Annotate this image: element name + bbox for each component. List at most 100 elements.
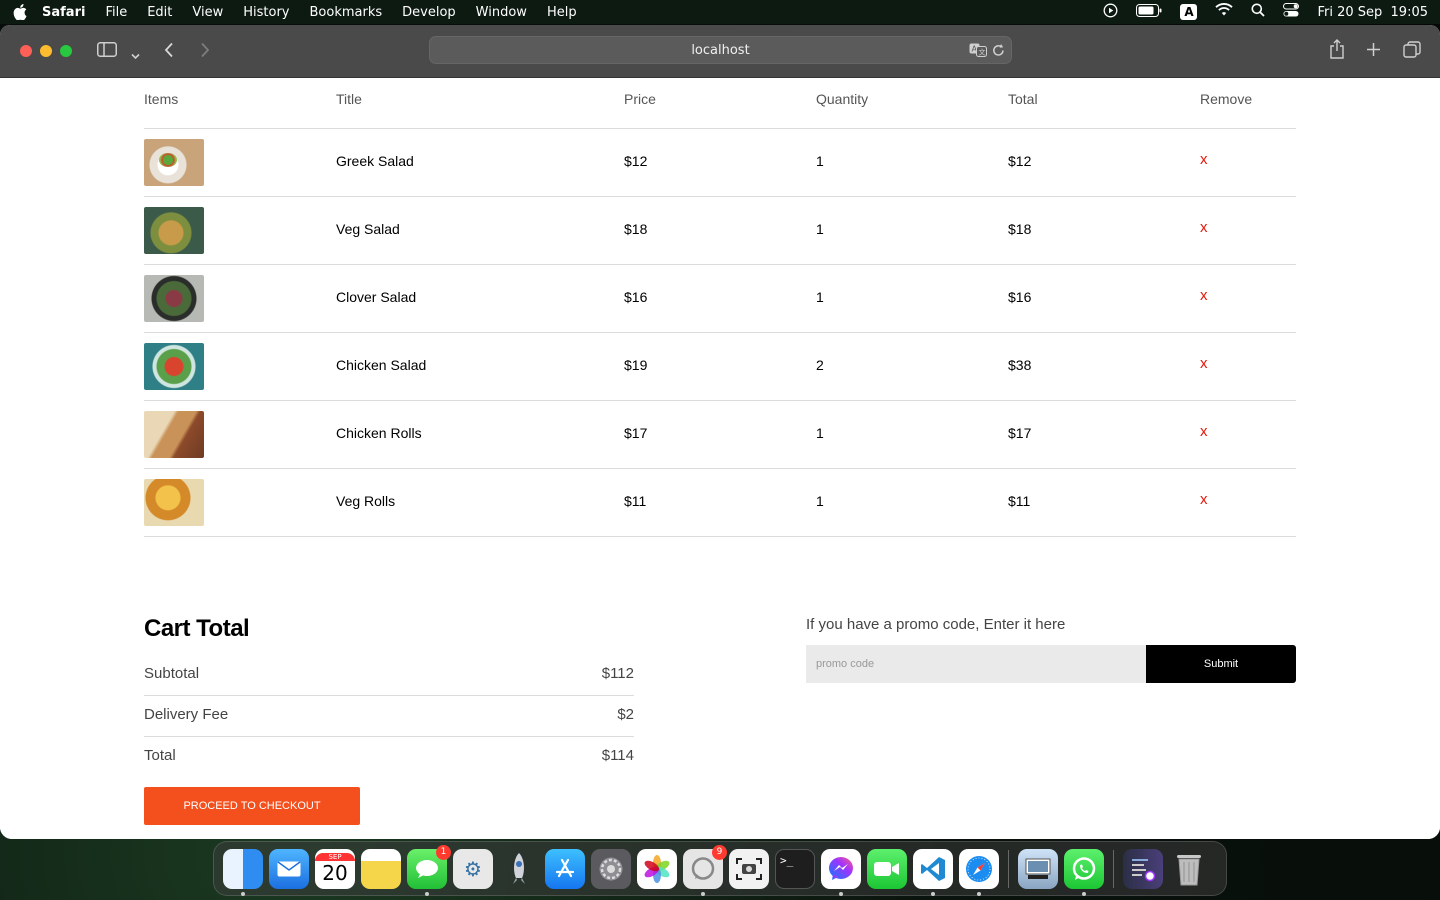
whatsapp-beta-icon[interactable]: 9: [683, 844, 727, 896]
header-items: Items: [144, 91, 179, 107]
tab-overview-icon[interactable]: [1403, 41, 1421, 63]
dock-separator: [1008, 849, 1009, 888]
fullscreen-window-button[interactable]: [60, 45, 72, 57]
item-title: Clover Salad: [336, 289, 417, 305]
item-quantity: 1: [816, 153, 824, 169]
menu-history[interactable]: History: [243, 5, 289, 20]
python-launcher-icon[interactable]: ⚙: [453, 848, 493, 889]
back-icon[interactable]: [164, 42, 174, 62]
menu-view[interactable]: View: [192, 5, 223, 20]
proceed-to-checkout-button[interactable]: PROCEED TO CHECKOUT: [144, 787, 360, 825]
app-store-icon[interactable]: [545, 848, 585, 889]
menu-help[interactable]: Help: [547, 5, 577, 20]
calendar-icon[interactable]: SEP 20: [315, 848, 355, 889]
table-row: Veg Rolls $11 1 $11 x: [144, 469, 1296, 537]
rocket-app-icon[interactable]: [499, 849, 539, 889]
remove-item-button[interactable]: x: [1200, 287, 1208, 304]
spotlight-search-icon[interactable]: [1251, 3, 1266, 21]
veg-rolls-image: [144, 479, 204, 526]
terminal-icon[interactable]: >_: [775, 848, 815, 889]
total-value: $114: [601, 747, 634, 764]
downloads-stack-icon[interactable]: [1123, 848, 1163, 889]
browser-toolbar: localhost A文: [0, 25, 1440, 78]
item-quantity: 1: [816, 289, 824, 305]
menu-file[interactable]: File: [105, 5, 127, 20]
whatsapp-beta-badge: 9: [712, 844, 727, 860]
dock-separator: [1113, 849, 1114, 888]
total-label: Total: [144, 747, 176, 764]
remove-item-button[interactable]: x: [1200, 491, 1208, 508]
menu-bar: Safari File Edit View History Bookmarks …: [0, 0, 1440, 24]
address-bar[interactable]: localhost A文: [429, 36, 1012, 64]
whatsapp-icon[interactable]: [1064, 848, 1104, 896]
finder-icon[interactable]: [223, 848, 263, 896]
header-total: Total: [1008, 91, 1038, 107]
battery-icon[interactable]: [1136, 3, 1162, 21]
menu-app-name[interactable]: Safari: [42, 5, 85, 20]
trash-icon[interactable]: [1169, 849, 1209, 889]
table-row: Greek Salad $12 1 $12 x: [144, 129, 1296, 197]
preview-icon[interactable]: [1018, 848, 1058, 889]
clover-salad-image: [144, 275, 204, 322]
photos-icon[interactable]: [637, 848, 677, 889]
play-status-icon[interactable]: [1103, 3, 1118, 22]
cart-table-header: Items Title Price Quantity Total Remove: [144, 78, 1296, 129]
greek-salad-image: [144, 139, 204, 186]
messages-icon[interactable]: 1: [407, 844, 451, 896]
remove-item-button[interactable]: x: [1200, 151, 1208, 168]
header-price: Price: [624, 91, 656, 107]
share-icon[interactable]: [1329, 39, 1345, 63]
item-price: $18: [624, 221, 648, 237]
header-quantity: Quantity: [816, 91, 869, 107]
remove-item-button[interactable]: x: [1200, 355, 1208, 372]
chicken-salad-image: [144, 343, 204, 390]
promo-submit-button[interactable]: Submit: [1146, 645, 1296, 683]
promo-code-label: If you have a promo code, Enter it here: [806, 616, 1066, 633]
safari-icon[interactable]: [959, 848, 999, 896]
item-title: Chicken Rolls: [336, 425, 422, 441]
facetime-icon[interactable]: [867, 848, 907, 889]
cart-total-title: Cart Total: [144, 615, 250, 642]
system-settings-icon[interactable]: [591, 848, 631, 889]
keyboard-input-icon[interactable]: A: [1180, 4, 1198, 20]
item-price: $19: [624, 357, 648, 373]
apple-menu-icon[interactable]: [12, 4, 28, 21]
delivery-fee-value: $2: [617, 706, 634, 723]
forward-icon[interactable]: [200, 42, 210, 62]
table-row: Chicken Salad $19 2 $38 x: [144, 333, 1296, 401]
item-price: $17: [624, 425, 648, 441]
messenger-icon[interactable]: [821, 848, 861, 896]
total-row: Total $114: [144, 737, 634, 778]
remove-item-button[interactable]: x: [1200, 219, 1208, 236]
menu-clock[interactable]: Fri 20 Sep 19:05: [1317, 5, 1428, 20]
tab-group-chevron-icon[interactable]: [131, 45, 140, 64]
menu-edit[interactable]: Edit: [147, 5, 172, 20]
screenshot-icon[interactable]: [729, 848, 769, 889]
mail-icon[interactable]: [269, 848, 309, 889]
subtotal-row: Subtotal $112: [144, 655, 634, 696]
translate-icon[interactable]: A文: [969, 43, 987, 60]
subtotal-label: Subtotal: [144, 665, 200, 682]
table-row: Veg Salad $18 1 $18 x: [144, 197, 1296, 265]
item-title: Veg Rolls: [336, 493, 396, 509]
menu-bookmarks[interactable]: Bookmarks: [310, 5, 383, 20]
control-center-icon[interactable]: [1283, 3, 1300, 21]
close-window-button[interactable]: [20, 45, 32, 57]
reload-icon[interactable]: [992, 43, 1005, 60]
new-tab-icon[interactable]: [1366, 42, 1381, 61]
url-text: localhost: [691, 42, 750, 58]
minimize-window-button[interactable]: [40, 45, 52, 57]
sidebar-toggle-icon[interactable]: [97, 42, 117, 61]
item-quantity: 1: [816, 221, 824, 237]
menu-window[interactable]: Window: [476, 5, 527, 20]
remove-item-button[interactable]: x: [1200, 423, 1208, 440]
promo-code-input[interactable]: [806, 645, 1146, 683]
menu-develop[interactable]: Develop: [402, 5, 456, 20]
subtotal-value: $112: [601, 665, 634, 682]
vscode-icon[interactable]: [913, 848, 953, 896]
wifi-icon[interactable]: [1215, 3, 1234, 21]
notes-icon[interactable]: [361, 848, 401, 889]
item-total: $38: [1008, 357, 1032, 373]
item-title: Greek Salad: [336, 153, 414, 169]
item-title: Chicken Salad: [336, 357, 427, 373]
